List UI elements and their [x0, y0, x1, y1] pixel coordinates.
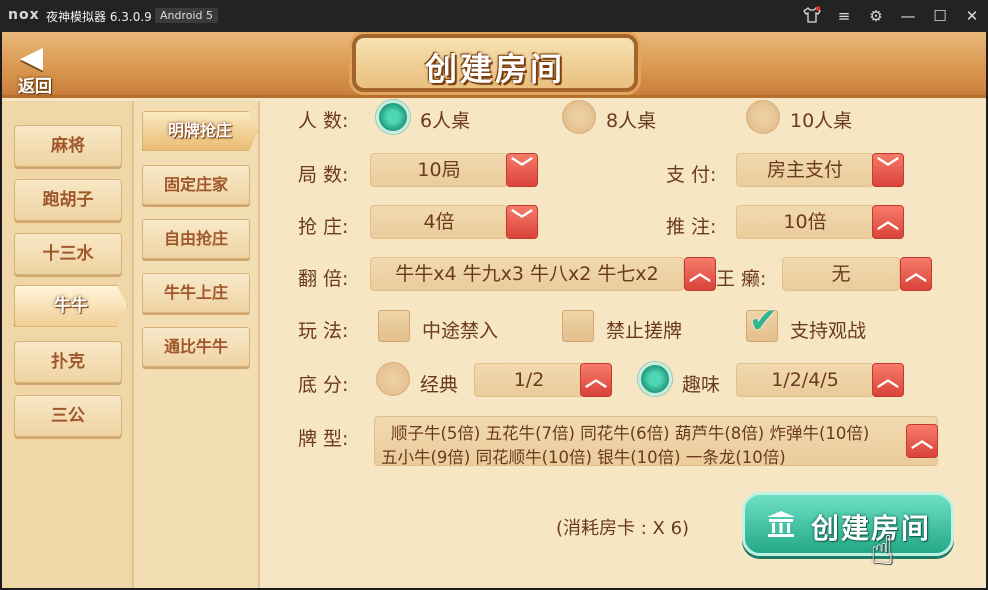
mode-tab-mingpai[interactable]: 明牌抢庄: [142, 111, 258, 151]
players-10-label[interactable]: 10人桌: [790, 106, 852, 133]
rounds-dropdown-icon[interactable]: ﹀: [506, 153, 538, 187]
card-types-line-1: 顺子牛(5倍) 五花牛(7倍) 同花牛(6倍) 葫芦牛(8倍) 炸弹牛(10倍): [391, 424, 870, 443]
android-version-badge: Android 5: [155, 8, 219, 23]
base-classic-label[interactable]: 经典: [420, 370, 458, 397]
players-8-radio[interactable]: [562, 100, 596, 134]
payment-label: 支 付:: [666, 164, 717, 186]
players-10-radio[interactable]: [746, 100, 780, 134]
push-collapse-icon[interactable]: ︿: [872, 205, 904, 239]
mode-tab-tongbi[interactable]: 通比牛牛: [142, 327, 250, 367]
rule-spectate-label[interactable]: 支持观战: [790, 316, 866, 343]
app-title: 夜神模拟器 6.3.0.9: [46, 10, 152, 24]
players-6-label[interactable]: 6人桌: [420, 106, 470, 133]
mode-tab-niuniu-banker[interactable]: 牛牛上庄: [142, 273, 250, 313]
base-label: 底 分:: [298, 374, 349, 396]
maximize-icon[interactable]: ☐: [930, 6, 950, 26]
shirt-icon[interactable]: [802, 6, 822, 26]
rule-no-join-label[interactable]: 中途禁入: [422, 316, 498, 343]
payment-value[interactable]: 房主支付: [736, 153, 874, 187]
rule-no-join-checkbox[interactable]: [378, 310, 410, 342]
close-icon[interactable]: ✕: [962, 6, 982, 26]
card-types-box[interactable]: 顺子牛(5倍) 五花牛(7倍) 同花牛(6倍) 葫芦牛(8倍) 炸弹牛(10倍)…: [374, 416, 938, 467]
pointing-hand-icon: ☝: [870, 528, 895, 574]
base-fun-radio[interactable]: [638, 362, 672, 396]
laizi-label: 王 癞:: [716, 268, 767, 290]
game-tab-sangong[interactable]: 三公: [14, 395, 122, 437]
laizi-value[interactable]: 无: [782, 257, 900, 291]
multiplier-value[interactable]: 牛牛x4 牛九x3 牛八x2 牛七x2: [370, 257, 684, 291]
players-8-label[interactable]: 8人桌: [606, 106, 656, 133]
payment-dropdown-icon[interactable]: ﹀: [872, 153, 904, 187]
game-tab-poker[interactable]: 扑克: [14, 341, 122, 383]
multiplier-collapse-icon[interactable]: ︿: [684, 257, 716, 291]
grab-dropdown-icon[interactable]: ﹀: [506, 205, 538, 239]
push-value[interactable]: 10倍: [736, 205, 874, 239]
players-6-radio[interactable]: [376, 100, 410, 134]
game-type-sidebar: 麻将 跑胡子 十三水 牛牛 扑克 三公: [2, 101, 134, 588]
mode-sidebar: 明牌抢庄 固定庄家 自由抢庄 牛牛上庄 通比牛牛: [134, 101, 260, 588]
base-fun-label[interactable]: 趣味: [682, 370, 720, 397]
multiplier-label: 翻 倍:: [298, 268, 349, 290]
rule-spectate-checkbox[interactable]: ✔: [746, 301, 778, 342]
game-tab-shisanshui[interactable]: 十三水: [14, 233, 122, 275]
page-title: 创建房间: [424, 50, 565, 88]
header-bar: ◀ 返回 创建房间: [2, 32, 986, 98]
game-tab-paohuzi[interactable]: 跑胡子: [14, 179, 122, 221]
grab-value[interactable]: 4倍: [370, 205, 508, 239]
room-card-cost: (消耗房卡 : X 6): [556, 518, 690, 539]
base-classic-collapse-icon[interactable]: ︿: [580, 363, 612, 397]
emulator-titlebar: nox 夜神模拟器 6.3.0.9 Android 5 ≡ ⚙ — ☐ ✕: [0, 0, 988, 32]
checkmark-icon: ✔: [749, 301, 778, 341]
back-label: 返回: [18, 77, 52, 97]
mode-tab-free-grab[interactable]: 自由抢庄: [142, 219, 250, 259]
card-types-line-2: 五小牛(9倍) 同花顺牛(10倍) 银牛(10倍) 一条龙(10倍): [381, 448, 786, 467]
building-icon: [765, 509, 797, 539]
base-classic-value[interactable]: 1/2: [474, 363, 584, 397]
back-arrow-icon: ◀: [20, 40, 44, 75]
push-label: 推 注:: [666, 216, 717, 238]
game-tab-mahjong[interactable]: 麻将: [14, 125, 122, 167]
create-room-button[interactable]: 创建房间: [742, 492, 954, 556]
base-fun-value[interactable]: 1/2/4/5: [736, 363, 874, 397]
menu-icon[interactable]: ≡: [834, 6, 854, 26]
card-types-label: 牌 型:: [298, 428, 349, 450]
minimize-icon[interactable]: —: [898, 6, 918, 26]
rounds-value[interactable]: 10局: [370, 153, 508, 187]
nox-logo: nox: [8, 7, 40, 23]
gear-icon[interactable]: ⚙: [866, 6, 886, 26]
rule-no-rub-label[interactable]: 禁止搓牌: [606, 316, 682, 343]
base-classic-radio[interactable]: [376, 362, 410, 396]
back-button[interactable]: ◀ 返回: [12, 38, 72, 97]
players-label: 人 数:: [298, 110, 349, 132]
title-plaque: 创建房间: [352, 34, 638, 92]
game-tab-niuniu[interactable]: 牛牛: [14, 285, 128, 327]
rounds-label: 局 数:: [298, 164, 349, 186]
rule-no-rub-checkbox[interactable]: [562, 310, 594, 342]
game-screen: ◀ 返回 创建房间 麻将 跑胡子 十三水 牛牛 扑克 三公 明牌抢庄 固定庄家 …: [2, 32, 986, 588]
card-types-collapse-icon[interactable]: ︿: [906, 424, 938, 458]
rules-label: 玩 法:: [298, 320, 349, 342]
grab-label: 抢 庄:: [298, 216, 349, 238]
mode-tab-fixed-banker[interactable]: 固定庄家: [142, 165, 250, 205]
base-fun-collapse-icon[interactable]: ︿: [872, 363, 904, 397]
laizi-collapse-icon[interactable]: ︿: [900, 257, 932, 291]
